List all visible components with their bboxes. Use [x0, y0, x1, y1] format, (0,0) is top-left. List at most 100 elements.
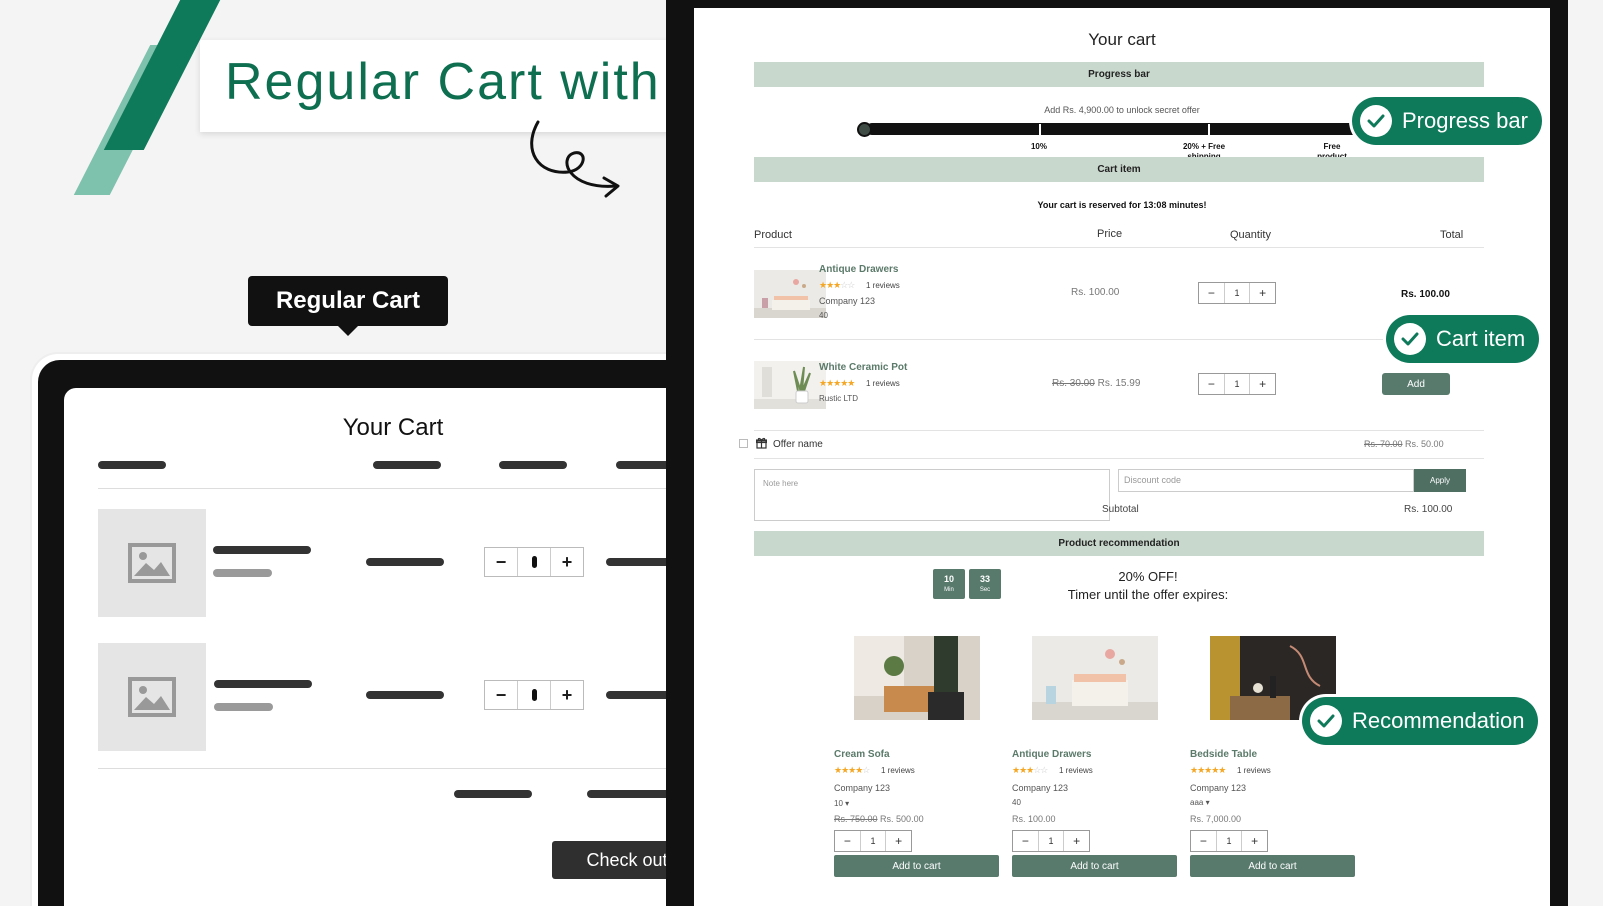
callout-cart-item: Cart item [1386, 315, 1540, 363]
offer-headline: 20% OFF! [1118, 569, 1178, 584]
meta-placeholder [213, 569, 272, 577]
minus-icon[interactable]: − [485, 681, 517, 709]
quantity-value[interactable]: 1 [859, 831, 887, 851]
discount-code-input[interactable]: Discount code [1118, 469, 1414, 492]
chevron-down-icon: ▾ [1205, 798, 1210, 807]
sale-price: Rs. 15.99 [1097, 378, 1141, 389]
quantity-value[interactable]: 1 [1215, 831, 1243, 851]
plus-icon[interactable]: + [1242, 831, 1267, 851]
variant-value: 10 [834, 799, 843, 808]
item-name[interactable]: Antique Drawers [819, 264, 898, 275]
item-name[interactable]: White Ceramic Pot [819, 362, 907, 373]
compare-price: Rs. 750.00 [834, 814, 878, 824]
plus-icon[interactable]: + [551, 548, 583, 576]
plus-icon[interactable]: + [886, 831, 911, 851]
icart-title: Your cart [1088, 30, 1156, 49]
variant-select[interactable]: aaa ▾ [1190, 798, 1210, 807]
plus-icon[interactable]: + [1064, 831, 1089, 851]
minus-icon[interactable]: − [1013, 831, 1038, 851]
regular-cart-screen: Your Cart − + − + Check out [64, 388, 722, 906]
variant-select[interactable]: 10 ▾ [834, 799, 849, 808]
subtotal-label: Subtotal [1102, 504, 1139, 515]
divider [754, 430, 1484, 431]
apply-button[interactable]: Apply [1414, 469, 1466, 492]
add-button[interactable]: Add [1382, 373, 1450, 395]
quantity-stepper[interactable]: − + [484, 547, 584, 577]
column-header-total: Total [1440, 229, 1464, 241]
progress-tick [1208, 124, 1210, 136]
minus-icon[interactable]: − [1191, 831, 1216, 851]
item-vendor: Company 123 [819, 296, 876, 306]
callout-recommendation: Recommendation [1302, 697, 1539, 745]
variant-value: aaa [1190, 798, 1204, 807]
recommendation-name[interactable]: Bedside Table [1190, 749, 1257, 760]
price-placeholder [366, 558, 444, 566]
plus-icon[interactable]: + [1250, 283, 1275, 303]
quantity-stepper[interactable]: − 1 + [1198, 373, 1276, 395]
timer-seconds-label: Sec [979, 587, 991, 593]
plus-icon[interactable]: + [551, 681, 583, 709]
price-placeholder [366, 691, 444, 699]
product-image-white-ceramic-pot[interactable] [754, 361, 826, 409]
cart-item-band: Cart item [754, 157, 1484, 182]
curved-arrow-icon [530, 120, 620, 198]
quantity-stepper[interactable]: − 1 + [1190, 830, 1268, 852]
note-textarea[interactable]: Note here [754, 469, 1110, 521]
recommendation-image[interactable] [854, 636, 980, 720]
quantity-stepper[interactable]: − 1 + [1198, 282, 1276, 304]
recommendation-name[interactable]: Antique Drawers [1012, 749, 1091, 760]
subtotal-label-placeholder [454, 790, 532, 798]
item-price: Rs. 30.00 Rs. 15.99 [1052, 378, 1140, 389]
meta-placeholder [214, 703, 273, 711]
quantity-stepper[interactable]: − 1 + [834, 830, 912, 852]
recommendation-price: Rs. 750.00 Rs. 500.00 [834, 814, 924, 824]
minus-icon[interactable]: − [1199, 283, 1224, 303]
minus-icon[interactable]: − [835, 831, 860, 851]
recommendation-price: Rs. 7,000.00 [1190, 814, 1242, 824]
column-header-product: Product [754, 229, 792, 241]
timer-seconds: 33 Sec [969, 569, 1001, 599]
image-placeholder-icon [128, 543, 176, 583]
quantity-value[interactable]: 1 [1037, 831, 1065, 851]
minus-icon[interactable]: − [485, 548, 517, 576]
offer-text: 20% OFF! Timer until the offer expires: [1058, 568, 1238, 604]
progress-knob [857, 122, 872, 137]
offer-price: Rs. 70.00 Rs. 50.00 [1364, 439, 1444, 449]
product-thumbnail [98, 643, 206, 751]
offer-checkbox[interactable] [739, 439, 748, 448]
sale-price: Rs. 50.00 [1405, 439, 1444, 449]
product-image-antique-drawers[interactable] [754, 270, 826, 318]
quantity-value[interactable] [517, 681, 551, 709]
progress-band: Progress bar [754, 62, 1484, 87]
column-header-quantity: Quantity [1230, 229, 1271, 241]
quantity-value[interactable]: 1 [1223, 283, 1251, 303]
timer-minutes: 10 Min [933, 569, 965, 599]
quantity-value[interactable]: 1 [1223, 374, 1251, 394]
progress-tick [1039, 124, 1041, 136]
quantity-value[interactable] [517, 548, 551, 576]
regular-cart-device: Your Cart − + − + Check out [32, 354, 754, 906]
star-rating: ★★★★★ [1190, 765, 1226, 775]
name-placeholder [213, 546, 311, 554]
add-to-cart-button[interactable]: Add to cart [1012, 855, 1177, 877]
headline-prefix: Regular Cart with [225, 53, 661, 111]
recommendation-vendor: Company 123 [1190, 783, 1247, 793]
item-vendor: Rustic LTD [819, 394, 858, 403]
header-placeholder-price [373, 461, 441, 469]
review-count: 1 reviews [1237, 766, 1271, 775]
star-rating: ★★★★☆ [834, 765, 870, 775]
sale-price: Rs. 500.00 [880, 814, 924, 824]
check-icon [1360, 105, 1392, 137]
add-to-cart-button[interactable]: Add to cart [1190, 855, 1355, 877]
plus-icon[interactable]: + [1250, 374, 1275, 394]
star-rating: ★★★☆☆ [819, 280, 855, 290]
recommendation-image[interactable] [1032, 636, 1158, 720]
recommendation-name[interactable]: Cream Sofa [834, 749, 890, 760]
name-placeholder [214, 680, 312, 688]
callout-progress-bar: Progress bar [1352, 97, 1542, 145]
quantity-stepper[interactable]: − + [484, 680, 584, 710]
regular-cart-title: Your Cart [342, 414, 444, 441]
quantity-stepper[interactable]: − 1 + [1012, 830, 1090, 852]
minus-icon[interactable]: − [1199, 374, 1224, 394]
add-to-cart-button[interactable]: Add to cart [834, 855, 999, 877]
